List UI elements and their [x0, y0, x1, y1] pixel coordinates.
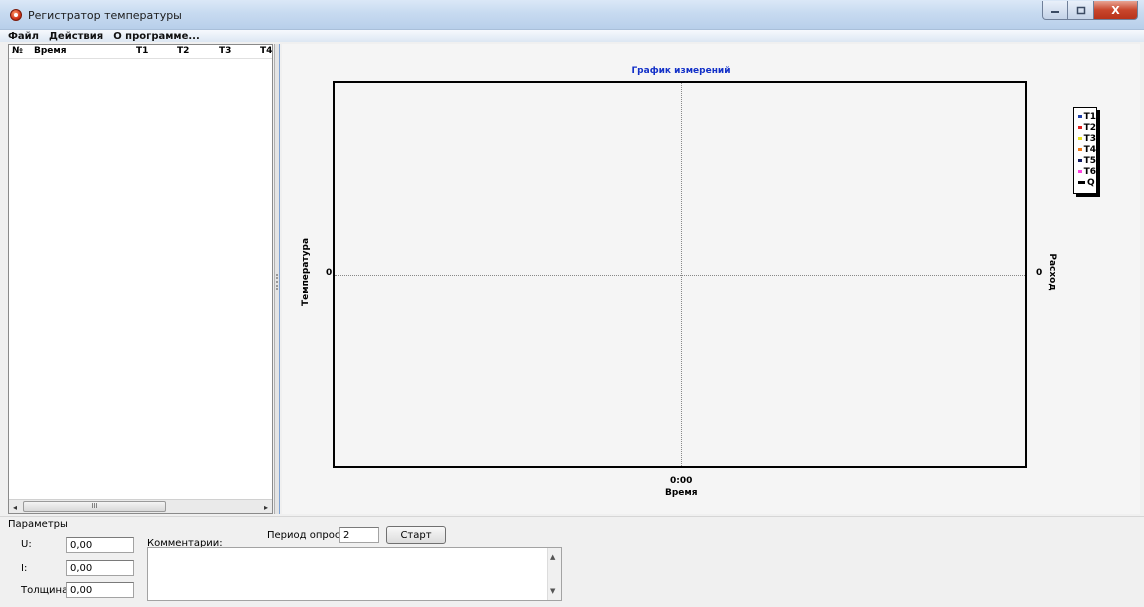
legend-swatch — [1078, 137, 1082, 140]
legend-label: T4 — [1083, 144, 1096, 155]
i-field[interactable] — [66, 560, 134, 576]
close-icon: X — [1111, 3, 1120, 17]
legend-item: Q — [1078, 177, 1096, 188]
legend-label: T3 — [1083, 133, 1096, 144]
legend-label: T5 — [1083, 155, 1096, 166]
comments-scrollbar[interactable]: ▲ ▼ — [547, 548, 561, 600]
x-axis-label: Время — [665, 488, 698, 498]
window-title: Регистратор температуры — [28, 9, 182, 22]
minimize-icon — [1051, 11, 1059, 13]
legend-label: T1 — [1083, 111, 1096, 122]
parameters-panel: Параметры U: I: Толщина: Комментарии: ▲ … — [0, 516, 1144, 607]
panel-splitter[interactable] — [274, 44, 280, 514]
start-button[interactable]: Старт — [386, 526, 446, 544]
splitter-grip-icon — [276, 274, 278, 290]
menu-about[interactable]: О программе... — [113, 31, 200, 42]
legend-swatch — [1078, 159, 1082, 162]
y2-tick-label: 0 — [1036, 268, 1043, 278]
legend-item: T1 — [1078, 111, 1096, 122]
thickness-label: Толщина: — [21, 585, 72, 596]
column-header-time[interactable]: Время — [34, 46, 67, 56]
table-header: № Время T1 T2 T3 T4 — [9, 45, 272, 59]
legend-swatch — [1078, 126, 1082, 129]
period-field[interactable] — [339, 527, 379, 543]
measurements-table[interactable]: № Время T1 T2 T3 T4 ◂ III ▸ — [8, 44, 273, 514]
y-axis-label: Температура — [301, 237, 311, 307]
legend-swatch — [1078, 181, 1085, 184]
menu-file[interactable]: Файл — [8, 31, 39, 42]
scroll-right-icon[interactable]: ▸ — [260, 501, 272, 513]
legend-item: T4 — [1078, 144, 1096, 155]
menu-bar: Файл Действия О программе... — [0, 30, 1144, 42]
x-tick-label: 0:00 — [670, 476, 693, 486]
y-tick-label: 0 — [326, 268, 333, 278]
maximize-icon — [1076, 6, 1085, 14]
column-header-t3[interactable]: T3 — [219, 46, 231, 56]
grid-line-horizontal — [335, 275, 1025, 276]
comments-textarea[interactable]: ▲ ▼ — [147, 547, 562, 601]
chart-title: График измерений — [631, 66, 731, 76]
legend-swatch — [1078, 115, 1082, 118]
scroll-down-icon[interactable]: ▼ — [550, 587, 555, 595]
legend-item: T6 — [1078, 166, 1096, 177]
chart-legend: T1 T2 T3 T4 T5 T6 Q — [1073, 107, 1097, 194]
legend-label: Q — [1087, 177, 1095, 188]
y2-axis-label: Расход — [1047, 253, 1057, 291]
column-header-t2[interactable]: T2 — [177, 46, 189, 56]
column-header-t1[interactable]: T1 — [136, 46, 148, 56]
legend-item: T2 — [1078, 122, 1096, 133]
column-header-number[interactable]: № — [12, 46, 23, 56]
maximize-button[interactable] — [1068, 1, 1094, 20]
title-bar: Регистратор температуры X — [0, 0, 1144, 30]
legend-item: T5 — [1078, 155, 1096, 166]
i-label: I: — [21, 563, 28, 574]
legend-swatch — [1078, 148, 1082, 151]
scroll-left-icon[interactable]: ◂ — [9, 501, 21, 513]
thickness-field[interactable] — [66, 582, 134, 598]
horizontal-scrollbar[interactable]: ◂ III ▸ — [9, 499, 272, 513]
plot-area — [333, 81, 1027, 468]
app-icon — [10, 9, 22, 21]
u-label: U: — [21, 539, 32, 550]
legend-item: T3 — [1078, 133, 1096, 144]
period-label: Период опроса: — [267, 530, 350, 541]
legend-swatch — [1078, 170, 1082, 173]
chart-panel: График измерений 0 0 0:00 Время Температ… — [282, 44, 1140, 514]
legend-label: T2 — [1083, 122, 1096, 133]
column-header-t4[interactable]: T4 — [260, 46, 272, 56]
scroll-up-icon[interactable]: ▲ — [550, 553, 555, 561]
parameters-group-label: Параметры — [8, 519, 68, 530]
u-field[interactable] — [66, 537, 134, 553]
close-button[interactable]: X — [1094, 1, 1138, 20]
window-controls: X — [1042, 1, 1138, 21]
scroll-thumb[interactable]: III — [23, 501, 166, 512]
menu-actions[interactable]: Действия — [49, 31, 103, 42]
minimize-button[interactable] — [1042, 1, 1068, 20]
legend-label: T6 — [1083, 166, 1096, 177]
